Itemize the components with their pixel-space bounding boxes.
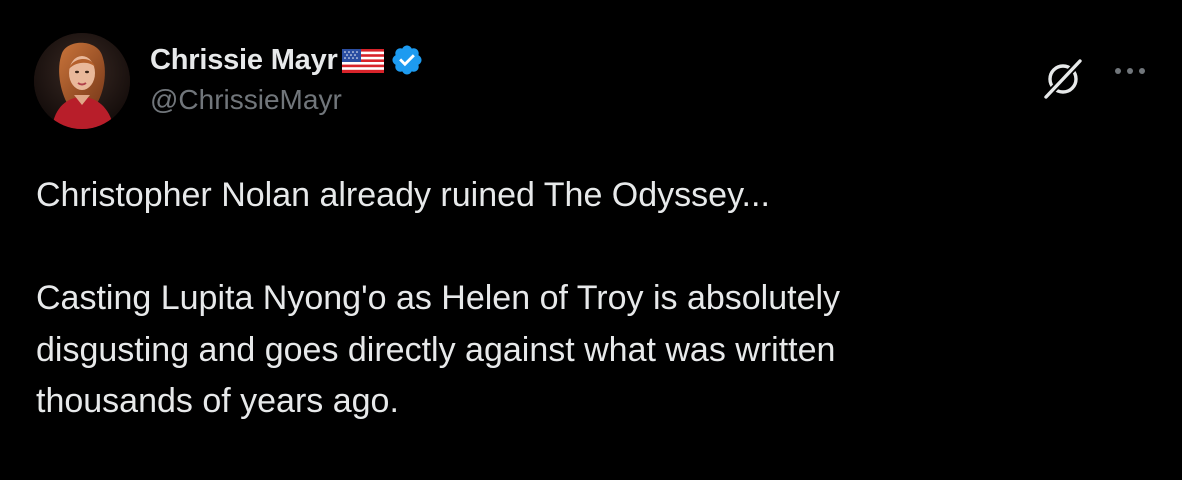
tweet-line: disgusting and goes directly against wha…: [36, 330, 836, 369]
us-flag-icon: [340, 43, 386, 77]
avatar-photo: [34, 33, 130, 129]
verified-badge-icon[interactable]: [390, 43, 424, 77]
tweet-text: Christopher Nolan already ruined The Ody…: [36, 170, 1146, 428]
tweet-paragraph: Christopher Nolan already ruined The Ody…: [36, 176, 770, 214]
avatar[interactable]: [34, 33, 130, 129]
author-handle[interactable]: @ChrissieMayr: [150, 84, 342, 116]
tweet-card[interactable]: Chrissie Mayr @ChrissieMayr Christopher …: [0, 0, 1182, 480]
display-name[interactable]: Chrissie Mayr: [150, 44, 338, 77]
tweet-line: thousands of years ago.: [36, 382, 399, 420]
more-horizontal-icon[interactable]: [1112, 56, 1152, 86]
author-name-row[interactable]: Chrissie Mayr: [150, 38, 424, 82]
tweet-line: Casting Lupita Nyong'o as Helen of Troy …: [36, 279, 841, 317]
grok-icon[interactable]: [1040, 55, 1086, 101]
